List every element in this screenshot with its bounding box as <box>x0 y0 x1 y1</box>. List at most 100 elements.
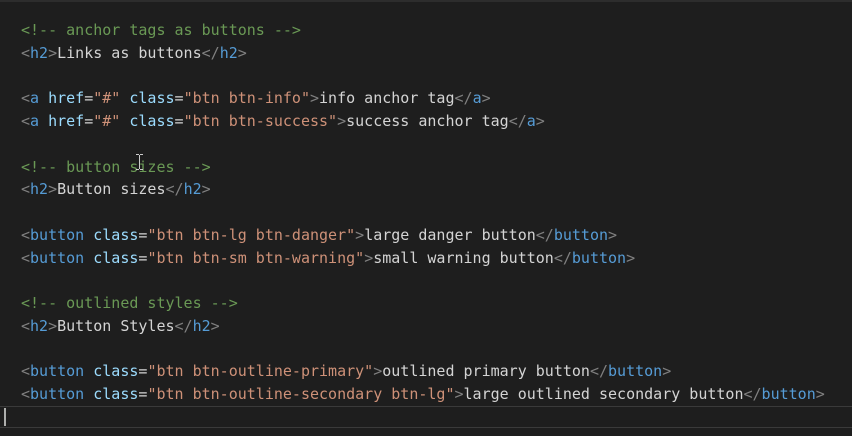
code-token-attr: class <box>93 248 139 267</box>
code-token-punct: > <box>535 112 545 130</box>
code-token-text: = <box>84 89 94 108</box>
code-token-text: = <box>84 112 94 130</box>
code-editor[interactable]: <!-- anchor tags as buttons --> <h2>Links… <box>0 0 852 436</box>
code-token-tag: button <box>571 248 627 267</box>
code-line[interactable]: <!-- anchor tags as buttons --> <box>21 19 301 41</box>
code-token-tag: h2 <box>30 43 49 62</box>
code-token-punct: < <box>21 112 31 130</box>
code-token-punct: > <box>454 385 464 403</box>
code-token-tag: h2 <box>183 180 202 199</box>
code-token-tag: button <box>608 362 663 381</box>
code-token-tag: h2 <box>30 316 49 335</box>
code-token-punct: > <box>608 225 618 244</box>
code-line[interactable]: <!-- outlined styles --> <box>21 292 238 314</box>
code-token-str: "btn btn-sm btn-warning" <box>147 248 365 267</box>
code-token-tag: button <box>761 385 816 403</box>
code-token-tag: h2 <box>219 43 238 62</box>
code-line[interactable]: <button class="btn btn-outline-secondary… <box>21 383 825 405</box>
code-token-text: = <box>174 112 184 130</box>
code-token-str: "btn btn-success" <box>183 112 338 130</box>
code-token-text: Button Styles <box>57 316 175 335</box>
code-token-attr: class <box>93 385 139 403</box>
editor-top-border <box>0 0 852 2</box>
code-token-punct: < <box>21 316 31 335</box>
code-token-tag: a <box>30 89 40 108</box>
code-token-text: small warning button <box>373 248 554 267</box>
code-token-punct: > <box>210 316 220 335</box>
code-token-text: Links as buttons <box>57 43 202 62</box>
code-token-punct: > <box>337 112 347 130</box>
code-line[interactable]: <button class="btn btn-outline-primary">… <box>21 360 671 382</box>
code-line[interactable]: <h2>Button Styles</h2> <box>21 315 220 337</box>
code-token-tag: a <box>526 112 536 130</box>
current-line-highlight <box>0 406 852 428</box>
code-token-punct: > <box>237 43 247 62</box>
code-token-punct: </ <box>535 225 554 244</box>
code-token-text: = <box>174 89 184 108</box>
code-token-str: "btn btn-info" <box>183 89 310 108</box>
code-token-tag: button <box>30 248 85 267</box>
code-token-text: large outlined secondary button <box>463 385 744 403</box>
code-token-punct: < <box>21 89 31 108</box>
code-token-tag: button <box>30 385 85 403</box>
code-token-str: "#" <box>93 112 121 130</box>
code-token-punct: > <box>373 362 383 381</box>
code-token-attr: class <box>129 89 175 108</box>
code-token-text: Button sizes <box>57 180 166 199</box>
code-token-punct: > <box>662 362 672 381</box>
code-token-str: "btn btn-lg btn-danger" <box>147 225 356 244</box>
code-line[interactable]: <a href="#" class="btn btn-success">succ… <box>21 110 545 132</box>
code-token-tag: button <box>553 225 609 244</box>
code-token-tag: h2 <box>192 316 211 335</box>
code-token-punct: > <box>201 180 211 199</box>
code-line[interactable]: <button class="btn btn-sm btn-warning">s… <box>21 247 635 269</box>
code-token-text: large danger button <box>364 225 536 244</box>
code-line[interactable]: <a href="#" class="btn btn-info">info an… <box>21 87 491 109</box>
code-token-punct: > <box>355 225 365 244</box>
code-token-tag: button <box>30 225 85 244</box>
code-token-text: success anchor tag <box>346 112 509 130</box>
code-token-punct: </ <box>508 112 527 130</box>
code-token-tag: a <box>30 112 40 130</box>
code-token-punct: < <box>21 225 31 244</box>
code-token-comment: <!-- outlined styles --> <box>21 294 238 312</box>
code-token-punct: > <box>815 385 825 403</box>
code-token-text: outlined primary button <box>382 362 590 381</box>
text-caret <box>4 408 6 426</box>
code-line[interactable]: <h2>Button sizes</h2> <box>21 178 211 200</box>
code-token-tag: a <box>472 89 482 108</box>
code-token-punct: </ <box>743 385 762 403</box>
code-token-str: "btn btn-outline-secondary btn-lg" <box>147 385 455 403</box>
code-token-punct: </ <box>589 362 609 381</box>
ibeam-cursor-icon <box>136 154 143 170</box>
code-token-punct: </ <box>553 248 572 267</box>
code-token-punct: > <box>481 89 491 108</box>
code-token-str: "#" <box>93 89 121 108</box>
code-token-punct: > <box>626 248 636 267</box>
code-token-punct: > <box>48 316 58 335</box>
code-token-text: info anchor tag <box>319 89 455 108</box>
code-token-punct: < <box>21 180 31 199</box>
code-token-attr: class <box>129 112 175 130</box>
code-token-punct: < <box>21 43 31 62</box>
code-token-attr: href <box>48 89 85 108</box>
code-token-punct: < <box>21 385 31 403</box>
code-line[interactable]: <!-- button sizes --> <box>21 156 211 178</box>
code-token-punct: > <box>364 248 374 267</box>
code-token-punct: </ <box>165 180 184 199</box>
code-token-punct: > <box>310 89 320 108</box>
code-line[interactable]: <h2>Links as buttons</h2> <box>21 42 247 64</box>
code-token-punct: </ <box>174 316 193 335</box>
code-token-attr: class <box>93 225 139 244</box>
code-token-punct: < <box>21 362 31 381</box>
code-token-punct: > <box>48 43 58 62</box>
code-line[interactable]: <button class="btn btn-lg btn-danger">la… <box>21 224 617 246</box>
code-token-punct: < <box>21 248 31 267</box>
code-token-tag: h2 <box>30 180 49 199</box>
code-token-punct: </ <box>201 43 220 62</box>
code-token-punct: </ <box>454 89 473 108</box>
